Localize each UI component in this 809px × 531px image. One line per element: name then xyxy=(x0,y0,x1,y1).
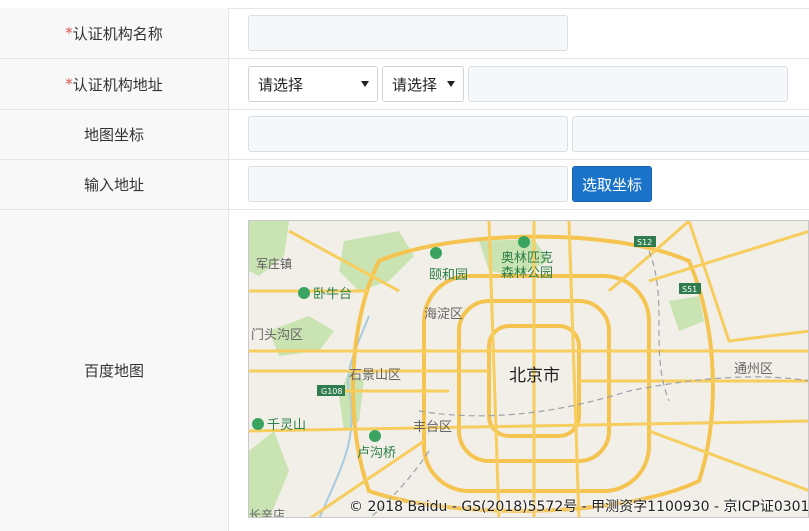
svg-text:卧牛台: 卧牛台 xyxy=(313,287,352,302)
search-address-input[interactable] xyxy=(248,166,568,202)
latitude-input[interactable] xyxy=(572,116,809,152)
svg-text:卢沟桥: 卢沟桥 xyxy=(357,445,396,461)
baidu-map-label: 百度地图 xyxy=(0,210,229,531)
svg-text:颐和园: 颐和园 xyxy=(429,268,468,283)
longitude-input[interactable] xyxy=(248,116,568,152)
svg-text:门头沟区: 门头沟区 xyxy=(251,328,303,343)
svg-text:S12: S12 xyxy=(637,238,652,247)
park-icon xyxy=(430,247,442,259)
row-org-address: * 认证机构地址 请选择 请选择 xyxy=(0,59,809,110)
pick-coords-button[interactable]: 选取坐标 xyxy=(572,166,652,202)
svg-text:奥林匹克: 奥林匹克 xyxy=(501,251,553,266)
svg-text:千灵山: 千灵山 xyxy=(267,418,306,433)
row-input-address: 输入地址 选取坐标 xyxy=(0,160,809,210)
org-address-label: * 认证机构地址 xyxy=(0,59,229,109)
svg-text:S51: S51 xyxy=(682,285,697,294)
park-icon xyxy=(252,418,264,430)
park-icon xyxy=(518,236,530,248)
required-mark: * xyxy=(65,24,73,42)
park-icon xyxy=(298,287,310,299)
svg-text:长辛店: 长辛店 xyxy=(249,508,285,518)
chevron-down-icon xyxy=(361,81,369,87)
map-coords-label: 地图坐标 xyxy=(0,110,229,159)
chevron-down-icon xyxy=(447,81,455,87)
svg-text:G108: G108 xyxy=(321,387,342,396)
svg-text:北京市: 北京市 xyxy=(509,366,560,386)
address-detail-input[interactable] xyxy=(468,66,788,102)
input-address-label: 输入地址 xyxy=(0,160,229,209)
svg-text:石景山区: 石景山区 xyxy=(349,368,401,383)
baidu-map[interactable]: S12 S51 G108 军庄镇 卧牛台 颐和园 奥林匹克 森林公园 海淀区 门… xyxy=(248,220,809,518)
svg-text:丰台区: 丰台区 xyxy=(413,420,452,435)
org-name-input[interactable] xyxy=(248,15,568,51)
row-map-coords: 地图坐标 xyxy=(0,110,809,160)
svg-text:森林公园: 森林公园 xyxy=(501,266,553,281)
province-select[interactable]: 请选择 xyxy=(248,66,378,102)
svg-text:军庄镇: 军庄镇 xyxy=(256,256,292,271)
org-name-label: * 认证机构名称 xyxy=(0,8,229,58)
map-copyright: © 2018 Baidu - GS(2018)5572号 - 甲测资字11009… xyxy=(349,499,809,515)
svg-text:海淀区: 海淀区 xyxy=(424,307,463,322)
svg-text:通州区: 通州区 xyxy=(734,362,773,377)
row-org-name: * 认证机构名称 xyxy=(0,8,809,59)
required-mark: * xyxy=(65,75,73,93)
city-select[interactable]: 请选择 xyxy=(382,66,464,102)
map-canvas[interactable]: S12 S51 G108 军庄镇 卧牛台 颐和园 奥林匹克 森林公园 海淀区 门… xyxy=(249,221,809,518)
landmark-icon xyxy=(369,430,381,442)
